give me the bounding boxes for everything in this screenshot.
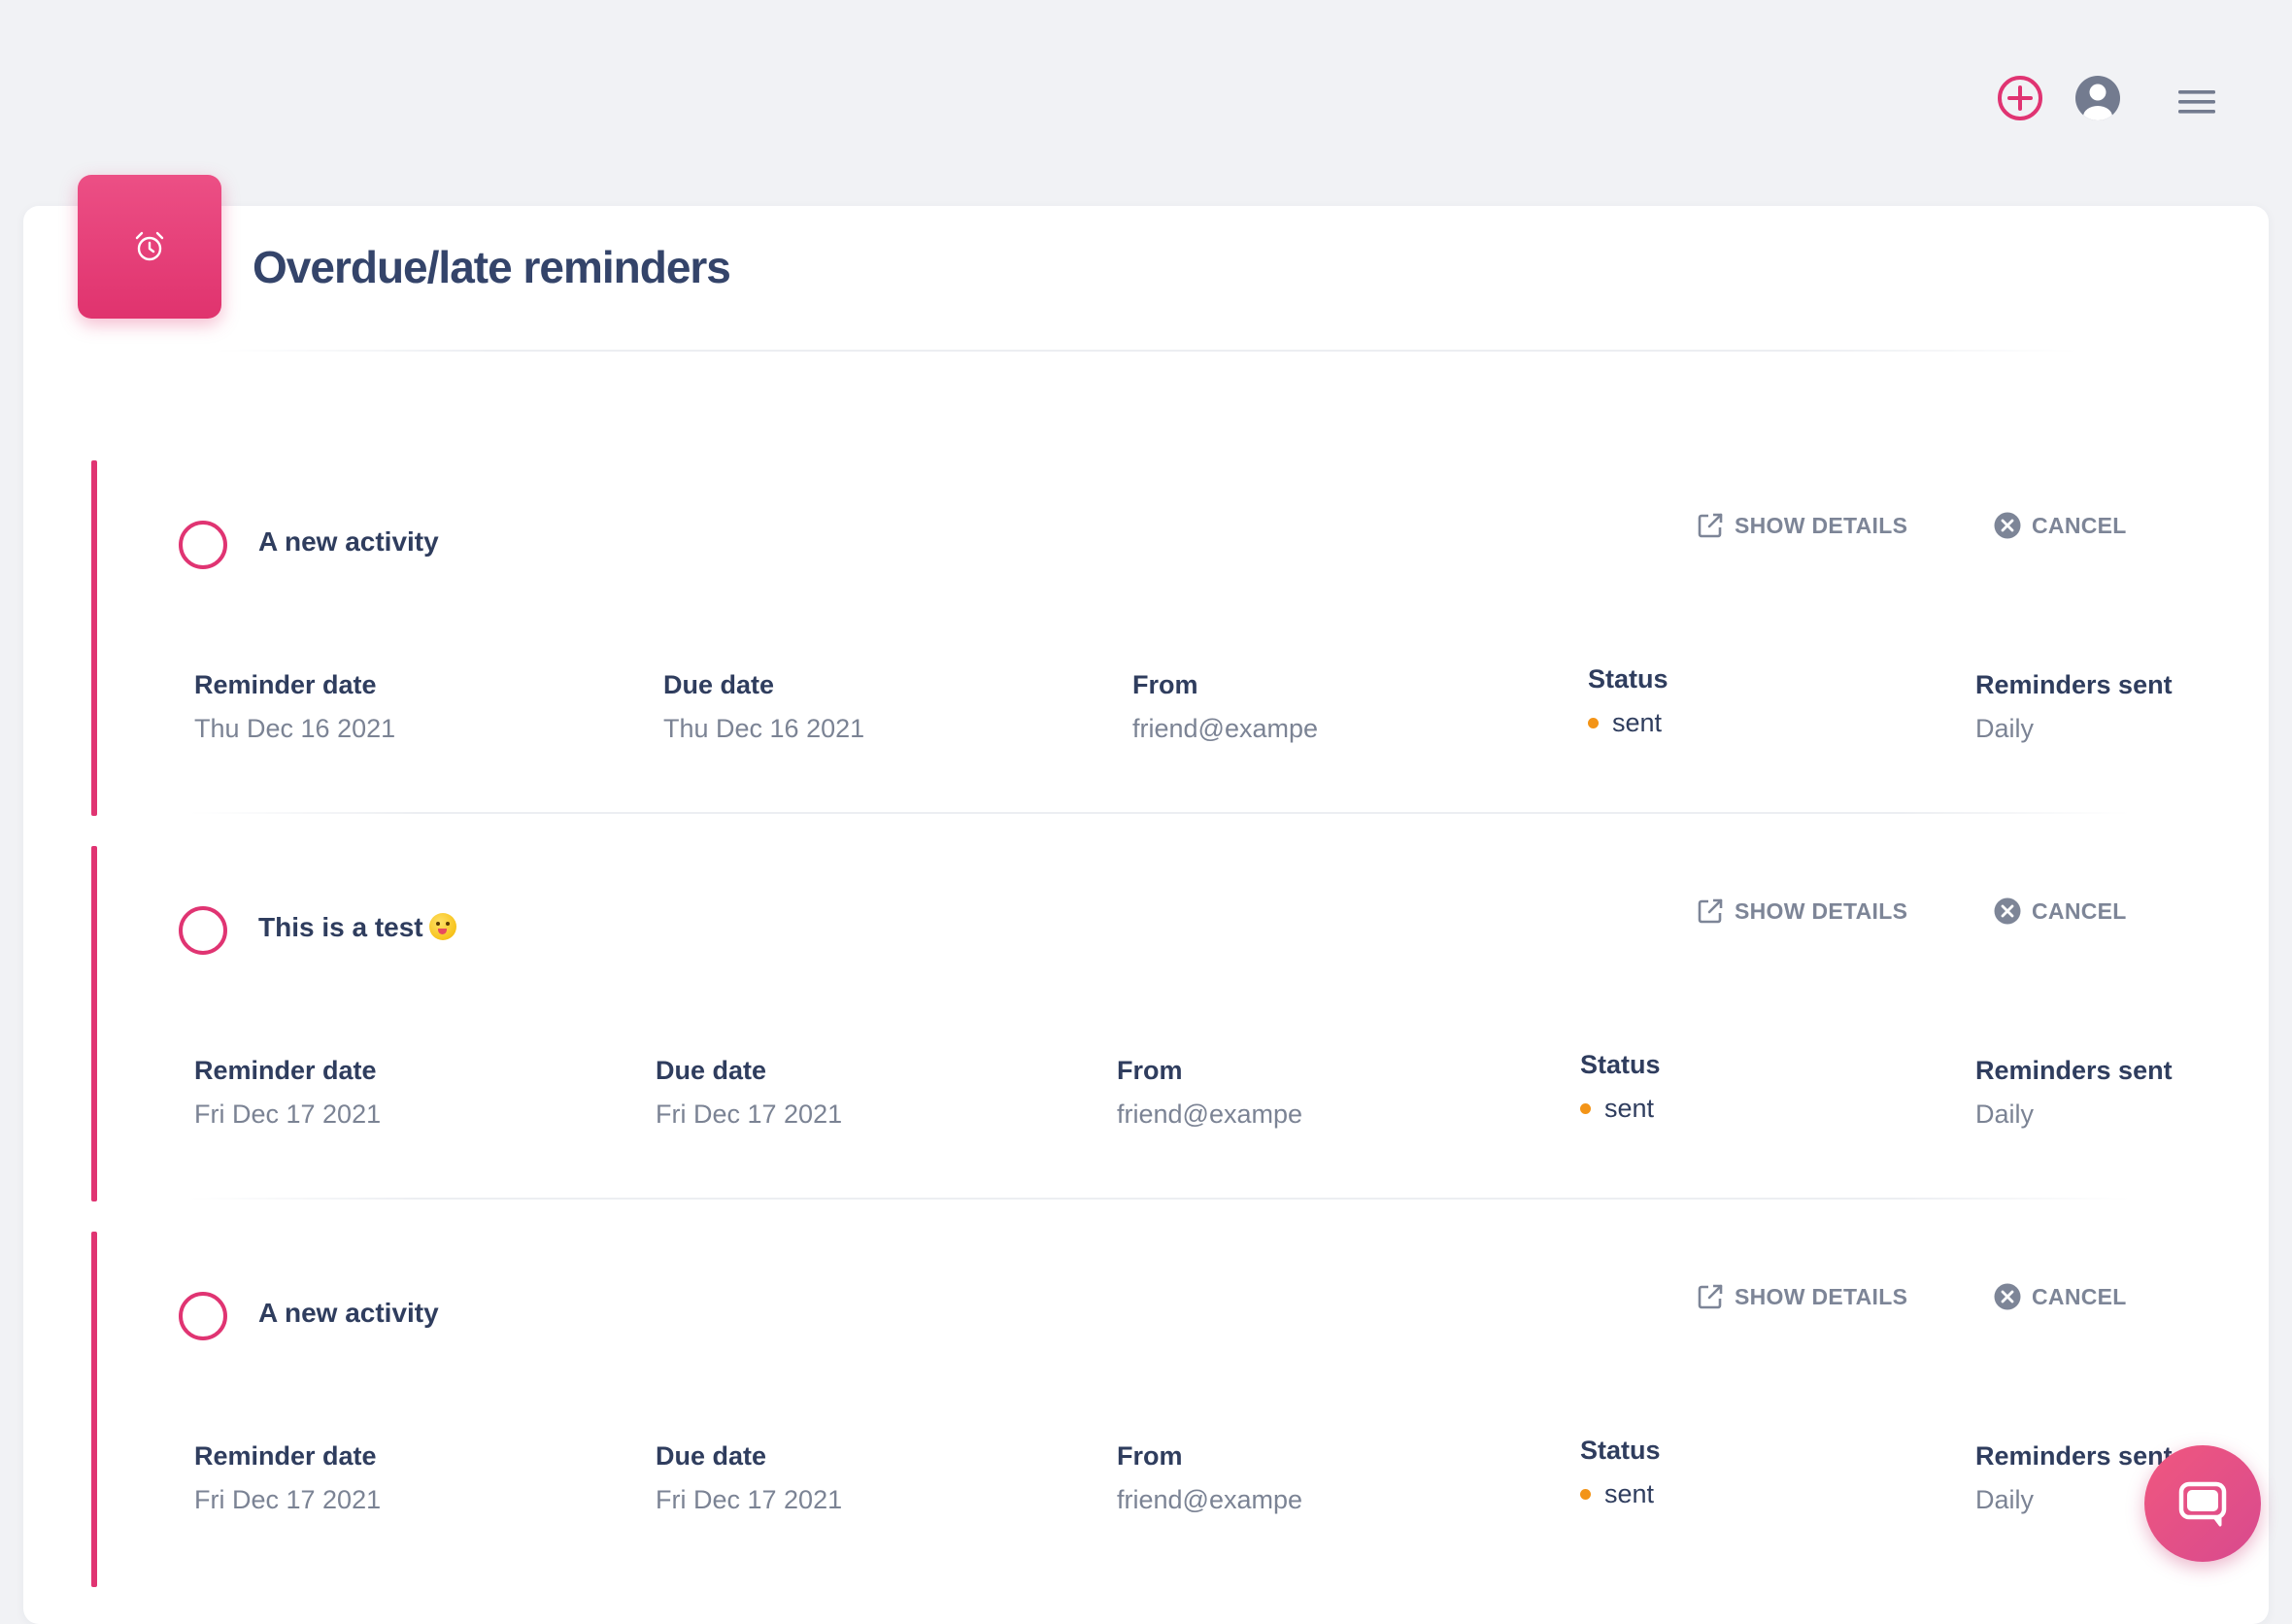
status-value: sent <box>1588 708 1668 738</box>
due-date-field: Due date Fri Dec 17 2021 <box>656 1056 842 1130</box>
reminders-sent-field: Reminders sent Daily <box>1975 1441 2173 1515</box>
status-text: sent <box>1604 1094 1655 1123</box>
reminder-item: A new activity SHOW DETAILS CANCEL Remin… <box>91 1232 2208 1587</box>
status-text: sent <box>1612 708 1663 737</box>
reminders-sent-value: Daily <box>1975 714 2035 743</box>
reminders-sent-value: Daily <box>1975 1100 2035 1129</box>
cancel-label: CANCEL <box>2032 1283 2127 1309</box>
cancel-button[interactable]: CANCEL <box>1993 1282 2127 1311</box>
header-divider <box>214 350 2078 352</box>
reminder-date-field: Reminder date Fri Dec 17 2021 <box>194 1056 381 1130</box>
due-date-field: Due date Fri Dec 17 2021 <box>656 1441 842 1515</box>
show-details-button[interactable]: SHOW DETAILS <box>1696 511 1907 540</box>
hamburger-menu-icon <box>2178 90 2215 114</box>
from-value: friend@exampe <box>1117 1100 1303 1129</box>
row-divider <box>188 1198 2131 1200</box>
reminder-item: This is a test SHOW DETAILS CANCEL Remin… <box>91 846 2208 1201</box>
external-link-icon <box>1698 513 1723 538</box>
status-field: Status sent <box>1588 664 1668 738</box>
user-circle-icon <box>2075 76 2120 120</box>
reminder-date-value: Fri Dec 17 2021 <box>194 1100 382 1129</box>
reminder-item: A new activity SHOW DETAILS CANCEL Remin… <box>91 460 2208 816</box>
complete-checkbox[interactable] <box>179 521 227 569</box>
show-details-button[interactable]: SHOW DETAILS <box>1696 1282 1907 1311</box>
cancel-label: CANCEL <box>2032 897 2127 924</box>
complete-checkbox[interactable] <box>179 1292 227 1340</box>
due-date-value: Fri Dec 17 2021 <box>656 1485 843 1514</box>
status-value: sent <box>1580 1479 1661 1509</box>
main-menu-button[interactable] <box>2171 76 2223 128</box>
due-date-value: Thu Dec 16 2021 <box>663 714 865 743</box>
status-field: Status sent <box>1580 1050 1661 1124</box>
due-date-value: Fri Dec 17 2021 <box>656 1100 843 1129</box>
due-date-label: Due date <box>656 1056 767 1085</box>
alarm-clock-icon <box>135 231 164 261</box>
show-details-label: SHOW DETAILS <box>1735 1283 1908 1309</box>
reminder-date-value: Thu Dec 16 2021 <box>194 714 396 743</box>
header-badge <box>78 175 221 319</box>
plus-circle-icon <box>1998 76 2042 120</box>
from-value: friend@exampe <box>1117 1485 1303 1514</box>
from-field: From friend@exampe <box>1117 1056 1302 1130</box>
cancel-button[interactable]: CANCEL <box>1993 897 2127 926</box>
reminder-date-label: Reminder date <box>194 1441 377 1471</box>
due-date-field: Due date Thu Dec 16 2021 <box>663 670 864 744</box>
row-divider <box>188 812 2131 814</box>
close-circle-icon <box>1994 897 2021 925</box>
reminder-accent-bar <box>91 846 97 1201</box>
from-label: From <box>1132 670 1198 699</box>
reminders-sent-field: Reminders sent Daily <box>1975 1056 2173 1130</box>
external-link-icon <box>1698 1284 1723 1309</box>
reminders-sent-label: Reminders sent <box>1975 1441 2173 1471</box>
external-link-icon <box>1698 898 1723 924</box>
cancel-button[interactable]: CANCEL <box>1993 511 2127 540</box>
reminders-sent-field: Reminders sent Daily <box>1975 670 2173 744</box>
due-date-label: Due date <box>656 1441 767 1471</box>
complete-checkbox[interactable] <box>179 906 227 955</box>
add-reminder-button[interactable] <box>1994 72 2046 124</box>
from-field: From friend@exampe <box>1117 1441 1302 1515</box>
reminders-sent-label: Reminders sent <box>1975 1056 2173 1085</box>
status-value: sent <box>1580 1094 1661 1124</box>
from-label: From <box>1117 1441 1183 1471</box>
from-field: From friend@exampe <box>1132 670 1318 744</box>
winking-tongue-face-emoji <box>428 913 456 940</box>
reminders-sent-label: Reminders sent <box>1975 670 2173 699</box>
chat-bubble-icon <box>2178 1481 2227 1527</box>
reminder-accent-bar <box>91 460 97 816</box>
from-label: From <box>1117 1056 1183 1085</box>
status-text: sent <box>1604 1479 1655 1508</box>
status-field: Status sent <box>1580 1436 1661 1509</box>
account-button[interactable] <box>2072 72 2124 124</box>
reminder-date-label: Reminder date <box>194 670 377 699</box>
show-details-label: SHOW DETAILS <box>1735 512 1908 538</box>
from-value: friend@exampe <box>1132 714 1319 743</box>
reminder-date-field: Reminder date Thu Dec 16 2021 <box>194 670 395 744</box>
reminder-date-value: Fri Dec 17 2021 <box>194 1485 382 1514</box>
reminder-accent-bar <box>91 1232 97 1587</box>
show-details-button[interactable]: SHOW DETAILS <box>1696 897 1907 926</box>
close-circle-icon <box>1994 1283 2021 1310</box>
status-label: Status <box>1580 1050 1661 1079</box>
status-dot <box>1588 718 1599 728</box>
cancel-label: CANCEL <box>2032 512 2127 538</box>
page-title: Overdue/late reminders <box>253 242 731 292</box>
reminder-title: A new activity <box>258 1298 439 1328</box>
reminder-title: This is a test <box>258 912 456 943</box>
reminder-date-field: Reminder date Fri Dec 17 2021 <box>194 1441 381 1515</box>
chat-launcher-button[interactable] <box>2144 1445 2261 1562</box>
show-details-label: SHOW DETAILS <box>1735 897 1908 924</box>
status-dot <box>1580 1489 1591 1500</box>
status-dot <box>1580 1103 1591 1114</box>
top-bar <box>0 0 2292 194</box>
status-label: Status <box>1588 664 1668 694</box>
status-label: Status <box>1580 1436 1661 1465</box>
due-date-label: Due date <box>663 670 775 699</box>
reminders-sent-value: Daily <box>1975 1485 2035 1514</box>
reminder-date-label: Reminder date <box>194 1056 377 1085</box>
reminder-title: A new activity <box>258 526 439 557</box>
close-circle-icon <box>1994 512 2021 539</box>
